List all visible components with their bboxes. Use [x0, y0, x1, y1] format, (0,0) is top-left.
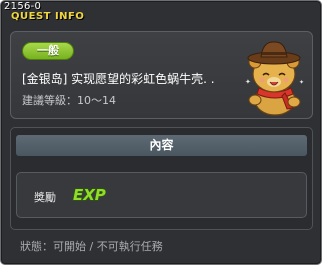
- content-header: 內容: [16, 135, 307, 156]
- svg-text:✦: ✦: [245, 78, 251, 86]
- content-panel: 內容 獎勵 EXP: [10, 127, 313, 230]
- exp-text: EXP: [73, 186, 106, 203]
- exp-icon: EXP: [72, 185, 106, 203]
- quest-name: [金银岛] 实现愿望的彩虹色蜗牛壳. .: [22, 72, 215, 86]
- quest-summary-card: 一般 [金银岛] 实现愿望的彩虹色蜗牛壳. . 建議等級：10～14 ✦ ✦: [10, 31, 313, 119]
- reward-label: 獎勵: [34, 191, 56, 204]
- recommended-level: 建議等級：10～14: [22, 94, 116, 107]
- window-title: QUEST INFO: [11, 11, 85, 22]
- quest-status: 狀態：可開始 / 不可執行任務: [20, 240, 163, 253]
- reward-box: 獎勵 EXP: [16, 172, 307, 218]
- quest-info-window: 2156-0 QUEST INFO 一般 [金银岛] 实现愿望的彩虹色蜗牛壳. …: [0, 0, 322, 265]
- category-badge: 一般: [22, 42, 74, 60]
- svg-text:✦: ✦: [299, 79, 304, 86]
- bear-hat-npc-icon: ✦ ✦: [245, 41, 304, 116]
